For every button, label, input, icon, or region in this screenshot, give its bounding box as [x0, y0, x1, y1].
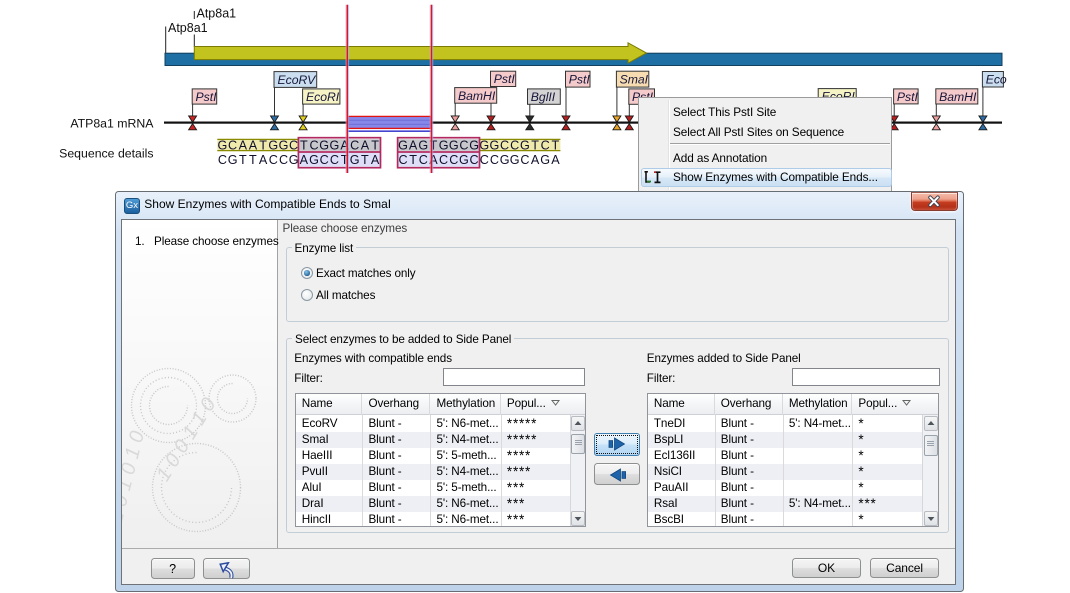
svg-text:EcoRV: EcoRV [278, 73, 318, 87]
svg-text:PstI: PstI [494, 72, 516, 86]
svg-text:SmaI: SmaI [620, 72, 649, 86]
svg-text:0 1 1 0 1 0 1 0: 0 1 1 0 1 0 1 0 [122, 429, 149, 547]
svg-text:EcoRI: EcoRI [306, 90, 340, 104]
svg-text:PstI: PstI [569, 72, 591, 86]
svg-text:BamHI: BamHI [458, 89, 496, 103]
svg-text:BglII: BglII [531, 90, 556, 104]
svg-text:PstI: PstI [897, 90, 919, 104]
svg-text:ATP8a1 mRNA: ATP8a1 mRNA [70, 116, 154, 130]
svg-text:Atp8a1: Atp8a1 [197, 7, 237, 21]
svg-text:Eco: Eco [986, 73, 1007, 87]
svg-text:PstI: PstI [196, 90, 218, 104]
svg-text:1 0 0 1 1 0: 1 0 0 1 1 0 [152, 394, 220, 485]
svg-text:Sequence details: Sequence details [59, 147, 153, 161]
svg-text:Atp8a1: Atp8a1 [168, 21, 208, 35]
svg-text:BamHI: BamHI [939, 90, 977, 104]
